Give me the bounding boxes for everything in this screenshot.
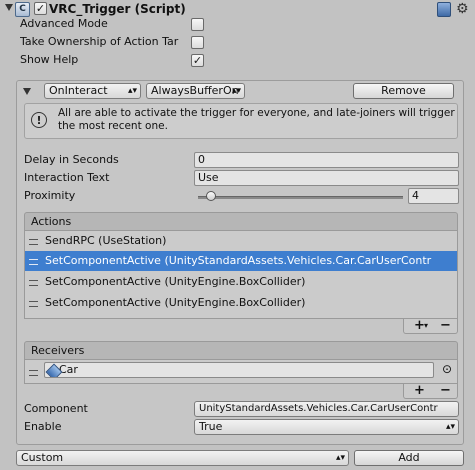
enable-value: True [199, 420, 223, 433]
receiver-row[interactable]: Car ⊙ [25, 362, 457, 382]
drag-handle-icon[interactable] [29, 239, 38, 245]
show-help-label: Show Help [20, 53, 79, 66]
interaction-text-input[interactable]: Use [194, 170, 459, 186]
foldout-arrow-icon[interactable] [5, 4, 13, 11]
checkmark-icon: ✓ [35, 2, 46, 15]
action-row[interactable]: SetComponentActive (UnityEngine.BoxColli… [25, 293, 457, 313]
trigger-type-dropdown[interactable]: OnInteract ▴▾ [44, 83, 141, 99]
enable-label: Enable [24, 420, 62, 433]
component-enabled-checkbox[interactable]: ✓ [34, 2, 47, 15]
help-book-icon[interactable] [437, 2, 451, 17]
add-trigger-button[interactable]: Add [354, 450, 464, 466]
drag-handle-icon[interactable] [29, 301, 38, 307]
drag-handle-icon[interactable] [29, 370, 38, 376]
component-dropdown[interactable]: UnityStandardAssets.Vehicles.Car.CarUser… [194, 401, 459, 417]
show-help-checkbox[interactable]: ✓ [191, 54, 204, 67]
script-icon: C [15, 2, 30, 17]
info-icon: ! [31, 112, 47, 128]
broadcast-type-value: AlwaysBufferOn [151, 84, 239, 97]
action-label: SendRPC (UseStation) [45, 234, 167, 247]
action-row[interactable]: SetComponentActive (UnityEngine.BoxColli… [25, 272, 457, 292]
advanced-mode-label: Advanced Mode [20, 17, 108, 30]
trigger-type-select-value: Custom [21, 451, 64, 464]
receiver-object-field[interactable]: Car [44, 362, 434, 378]
action-row[interactable]: SendRPC (UseStation) [25, 231, 457, 251]
remove-receiver-icon[interactable]: − [440, 383, 451, 398]
take-ownership-label: Take Ownership of Action Tar [20, 35, 179, 48]
receivers-list: Car ⊙ [24, 360, 458, 384]
actions-list-header: Actions [24, 212, 458, 231]
action-label: SetComponentActive (UnityEngine.BoxColli… [45, 296, 306, 309]
help-text: All are able to activate the trigger for… [58, 107, 455, 132]
proximity-label: Proximity [24, 189, 76, 202]
broadcast-type-dropdown[interactable]: AlwaysBufferOn ▴▾ [146, 83, 245, 99]
object-picker-icon[interactable]: ⊙ [442, 362, 452, 376]
checkmark-icon: ✓ [192, 54, 203, 67]
take-ownership-checkbox[interactable] [191, 36, 204, 49]
action-row-selected[interactable]: SetComponentActive (UnityStandardAssets.… [25, 251, 457, 271]
remove-trigger-button[interactable]: Remove [353, 83, 454, 99]
dropdown-arrow-icon: ▴▾ [231, 86, 241, 96]
receivers-footer: + − [403, 383, 458, 399]
drag-handle-icon[interactable] [29, 280, 38, 286]
gear-icon[interactable]: ⚙ [456, 1, 469, 17]
component-title: VRC_Trigger (Script) [49, 2, 186, 16]
action-label: SetComponentActive (UnityStandardAssets.… [45, 254, 432, 267]
proximity-input[interactable]: 4 [408, 188, 459, 204]
delay-label: Delay in Seconds [24, 153, 119, 166]
action-label: SetComponentActive (UnityEngine.BoxColli… [45, 275, 306, 288]
receiver-label: Car [59, 363, 78, 376]
add-dropdown-arrow-icon[interactable]: ▾ [424, 321, 428, 330]
remove-action-icon[interactable]: − [440, 318, 451, 333]
actions-footer: + ▾ − [403, 318, 458, 334]
proximity-slider-track[interactable] [198, 196, 403, 199]
component-value: UnityStandardAssets.Vehicles.Car.CarUser… [199, 403, 438, 414]
add-receiver-icon[interactable]: + [414, 383, 425, 398]
trigger-foldout-icon[interactable] [23, 88, 31, 95]
drag-handle-icon[interactable] [29, 259, 38, 265]
component-label: Component [24, 402, 88, 415]
enable-dropdown[interactable]: True ▴▾ [194, 419, 459, 435]
proximity-slider-thumb[interactable] [205, 191, 216, 201]
actions-list: SendRPC (UseStation) SetComponentActive … [24, 231, 458, 319]
advanced-mode-checkbox[interactable] [191, 18, 204, 31]
receivers-list-header: Receivers [24, 341, 458, 360]
dropdown-arrow-icon: ▴▾ [445, 422, 455, 432]
trigger-type-value: OnInteract [49, 84, 108, 97]
trigger-type-select[interactable]: Custom ▴▾ [16, 450, 349, 466]
interaction-text-label: Interaction Text [24, 171, 110, 184]
dropdown-arrow-icon: ▴▾ [127, 86, 137, 96]
dropdown-arrow-icon: ▴▾ [335, 453, 345, 463]
delay-input[interactable]: 0 [194, 152, 459, 168]
